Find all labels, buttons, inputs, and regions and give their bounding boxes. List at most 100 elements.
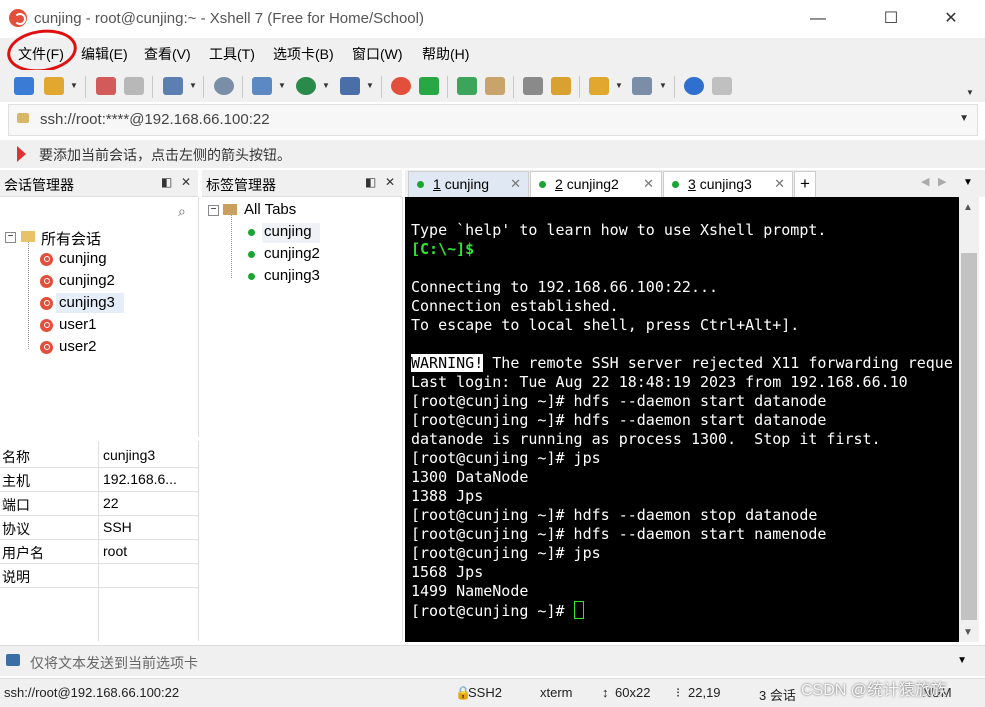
new-session-icon[interactable] [14, 77, 34, 95]
scrollbar-thumb[interactable] [961, 253, 977, 620]
address-input[interactable]: ssh://root:****@192.168.66.100:22 [40, 111, 270, 128]
terminal-line: 1388 Jps [411, 487, 484, 505]
scroll-up-icon[interactable]: ▲ [963, 202, 973, 213]
tree-root-all-tabs[interactable]: All Tabs [244, 201, 296, 218]
compose-icon[interactable] [6, 654, 20, 666]
terminal-line: [root@cunjing ~]# jps [411, 544, 601, 562]
warning-text: The remote SSH server rejected X11 forwa… [483, 354, 953, 372]
status-terminal-type: xterm [540, 685, 573, 700]
search-icon[interactable]: ⌕ [178, 203, 186, 220]
tab-cunjing3[interactable]: 3 cunjing3 ✕ [663, 171, 793, 197]
menu-window[interactable]: 窗口(W) [352, 44, 403, 64]
property-value: root [103, 543, 128, 559]
properties-icon[interactable] [163, 77, 183, 95]
session-icon [40, 297, 53, 310]
xshell-icon[interactable] [391, 77, 411, 95]
new-folder-icon[interactable] [589, 77, 609, 95]
tab-tree-item-cunjing[interactable]: cunjing [264, 223, 312, 240]
scroll-right-icon[interactable]: ▶ [938, 175, 946, 188]
session-item-cunjing3[interactable]: cunjing3 [59, 294, 115, 311]
chevron-down-icon[interactable]: ▼ [615, 81, 623, 90]
scroll-left-icon[interactable]: ◀ [921, 175, 929, 188]
menu-file[interactable]: 文件(F) [18, 44, 64, 64]
window-title: cunjing - root@cunjing:~ - Xshell 7 (Fre… [34, 10, 424, 27]
layout-icon[interactable] [252, 77, 272, 95]
tab-tree-item-cunjing2[interactable]: cunjing2 [264, 245, 320, 262]
watermark: CSDN @统计猿旅族 [801, 682, 948, 699]
tab-status-dot [248, 229, 255, 236]
menu-view[interactable]: 查看(V) [144, 44, 191, 64]
keyboard-icon[interactable] [523, 77, 543, 95]
tab-tree-item-cunjing3[interactable]: cunjing3 [264, 267, 320, 284]
chevron-down-icon[interactable]: ▼ [366, 81, 374, 90]
font-icon[interactable] [340, 77, 360, 95]
session-item-cunjing[interactable]: cunjing [59, 250, 107, 267]
help-icon[interactable] [684, 77, 704, 95]
minimize-button[interactable]: — [795, 4, 841, 34]
session-item-user1[interactable]: user1 [59, 316, 97, 333]
chevron-down-icon[interactable]: ▼ [963, 177, 973, 188]
chevron-down-icon[interactable]: ▼ [957, 655, 967, 666]
add-session-arrow-icon[interactable] [17, 146, 26, 162]
terminal-line: [root@cunjing ~]# hdfs --daemon start da… [411, 411, 827, 429]
tab-tree: − All Tabs cunjing cunjing2 cunjing3 [202, 197, 403, 641]
tab-cunjing[interactable]: 1 cunjing ✕ [408, 171, 529, 197]
session-manager-title: 会话管理器 [4, 177, 74, 193]
maximize-button[interactable]: ☐ [868, 4, 914, 34]
chevron-down-icon[interactable]: ▼ [189, 81, 197, 90]
terminal-line: Last login: Tue Aug 22 18:48:19 2023 fro… [411, 373, 908, 391]
chat-icon[interactable] [712, 77, 732, 95]
chevron-down-icon[interactable]: ▼ [659, 81, 667, 90]
lock-icon[interactable] [485, 77, 505, 95]
toolbar-divider [513, 76, 514, 98]
close-icon[interactable]: ✕ [181, 175, 191, 189]
close-icon[interactable]: ✕ [643, 176, 654, 192]
tree-root-all-sessions[interactable]: 所有会话 [41, 228, 101, 249]
pin-icon[interactable]: ◧ [161, 175, 172, 189]
menu-edit[interactable]: 编辑(E) [81, 44, 128, 64]
toolbar-divider [85, 76, 86, 98]
terminal-line: 1499 NameNode [411, 582, 529, 600]
terminal[interactable]: Type `help' to learn how to use Xshell p… [405, 197, 959, 642]
disconnect-icon[interactable] [124, 77, 144, 95]
status-position: 22,19 [688, 685, 721, 700]
session-icon [40, 253, 53, 266]
close-icon[interactable]: ✕ [774, 176, 785, 192]
menu-help[interactable]: 帮助(H) [422, 44, 469, 64]
terminal-line: 1300 DataNode [411, 468, 529, 486]
terminal-scrollbar[interactable]: ▲ ▼ [959, 197, 979, 642]
menu-bar: 文件(F) 编辑(E) 查看(V) 工具(T) 选项卡(B) 窗口(W) 帮助(… [0, 38, 985, 70]
new-tab-button[interactable]: + [794, 171, 816, 197]
address-bar[interactable]: ssh://root:****@192.168.66.100:22 ▼ [8, 104, 978, 136]
menu-tabs[interactable]: 选项卡(B) [273, 44, 334, 64]
chevron-down-icon[interactable]: ▼ [278, 81, 286, 90]
globe-icon[interactable] [296, 77, 316, 95]
tile-windows-icon[interactable] [632, 77, 652, 95]
chevron-down-icon[interactable]: ▼ [966, 88, 974, 97]
highlight-icon[interactable] [551, 77, 571, 95]
search-icon[interactable] [214, 77, 234, 95]
xftp-icon[interactable] [419, 77, 439, 95]
close-icon[interactable]: ✕ [510, 176, 521, 192]
pin-icon[interactable]: ◧ [365, 175, 376, 189]
chevron-down-icon[interactable]: ▼ [322, 81, 330, 90]
menu-tools[interactable]: 工具(T) [209, 44, 255, 64]
collapse-icon[interactable]: − [208, 205, 219, 216]
close-button[interactable]: ✕ [928, 4, 974, 34]
tab-cunjing2[interactable]: 2 cunjing2 ✕ [530, 171, 662, 197]
close-icon[interactable]: ✕ [385, 175, 395, 189]
compose-bar[interactable]: 仅将文本发送到当前选项卡 ▼ [0, 645, 985, 676]
collapse-icon[interactable]: − [5, 232, 16, 243]
toolbar-divider [447, 76, 448, 98]
terminal-line: [root@cunjing ~]# hdfs --daemon start na… [411, 525, 827, 543]
scroll-down-icon[interactable]: ▼ [963, 627, 973, 638]
chevron-down-icon[interactable]: ▼ [959, 113, 969, 124]
session-item-user2[interactable]: user2 [59, 338, 97, 355]
fullscreen-icon[interactable] [457, 77, 477, 95]
property-row: 协议 SSH [0, 515, 198, 540]
open-folder-icon[interactable] [44, 77, 64, 95]
session-item-cunjing2[interactable]: cunjing2 [59, 272, 115, 289]
connect-icon[interactable] [96, 77, 116, 95]
session-tree: ⌕ − 所有会话 cunjing cunjing2 cunjing3 user1… [0, 197, 199, 437]
chevron-down-icon[interactable]: ▼ [70, 81, 78, 90]
